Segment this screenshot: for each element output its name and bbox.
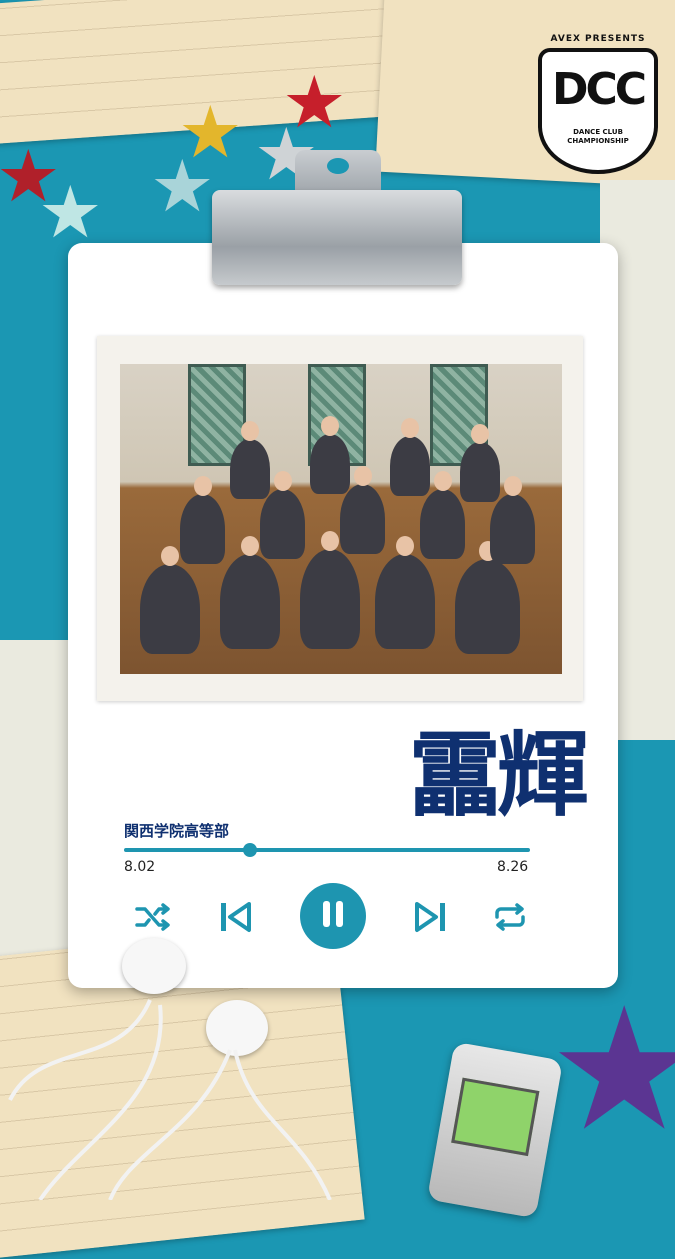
time-total: 8.26: [497, 859, 529, 875]
pause-button[interactable]: [300, 883, 366, 949]
repeat-icon: [491, 903, 529, 931]
dancer: [260, 471, 305, 559]
previous-button[interactable]: [214, 898, 256, 936]
dancer: [390, 418, 430, 496]
dancer: [140, 546, 200, 654]
background-sheet-left: [0, 640, 70, 960]
dcc-logo: AVEX PRESENTS DCC DANCE CLUB CHAMPIONSHI…: [538, 34, 658, 174]
dancer: [455, 541, 520, 654]
dancer: [230, 421, 270, 499]
repeat-button[interactable]: [488, 900, 532, 934]
skip-next-icon: [414, 901, 448, 933]
logo-sub-line2: CHAMPIONSHIP: [567, 137, 629, 145]
dancer: [220, 536, 280, 649]
binder-clip: [212, 190, 462, 285]
dancer: [340, 466, 385, 554]
next-button[interactable]: [410, 898, 452, 936]
dancer: [460, 424, 500, 502]
pause-icon: [320, 900, 346, 932]
progress-knob[interactable]: [242, 843, 257, 857]
earphone-cable: [8, 999, 332, 1200]
dancer: [490, 476, 535, 564]
shuffle-button[interactable]: [132, 900, 174, 934]
star-sticker-light: ★: [38, 170, 103, 254]
dancer: [180, 476, 225, 564]
logo-main-text: DCC: [551, 64, 647, 115]
dancer: [420, 471, 465, 559]
skip-previous-icon: [218, 901, 252, 933]
logo-sub-line1: DANCE CLUB: [573, 128, 623, 136]
mobile-phone: [426, 1041, 564, 1219]
progress-track[interactable]: [124, 848, 530, 852]
artist-name: 関西学院高等部: [124, 822, 230, 840]
time-elapsed: 8.02: [124, 859, 156, 875]
song-title: 靁輝: [408, 721, 589, 829]
team-photo: [120, 364, 562, 674]
star-sticker-silver: ★: [150, 144, 215, 228]
logo-sub-text: DANCE CLUB CHAMPIONSHIP: [542, 128, 654, 146]
dancer: [300, 531, 360, 649]
dancer: [310, 416, 350, 494]
phone-screen: [451, 1077, 540, 1157]
purple-star-button: ★: [548, 971, 675, 1169]
logo-top-text: AVEX PRESENTS: [550, 34, 646, 44]
dancer: [375, 536, 435, 649]
shuffle-icon: [135, 903, 171, 931]
binder-clip-hole: [327, 158, 349, 174]
